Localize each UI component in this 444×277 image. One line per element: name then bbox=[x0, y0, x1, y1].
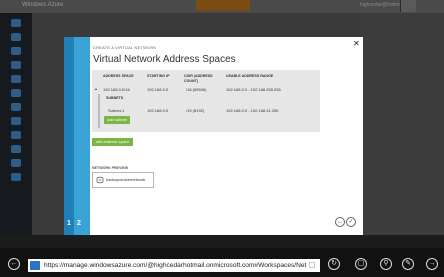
network-preview-card: hadoopclusternetwork bbox=[92, 172, 154, 188]
cidr-value[interactable]: /16 (65536) bbox=[186, 87, 206, 92]
starting-ip-value[interactable]: 192.168.0.0 bbox=[147, 87, 168, 92]
lock-icon bbox=[309, 262, 315, 268]
add-address-space-button[interactable]: add address space bbox=[92, 138, 133, 146]
refresh-icon[interactable]: ↻ bbox=[328, 258, 340, 270]
wizard-step-rail-edge bbox=[64, 37, 74, 235]
preview-network-name: hadoopclusternetwork bbox=[106, 177, 146, 182]
subnet-usable-range: 192.168.0.0 - 192.168.31.255 bbox=[226, 108, 279, 113]
portal-nav-icon[interactable] bbox=[11, 145, 21, 153]
wizard-dialog bbox=[64, 37, 363, 235]
checkmark-icon[interactable]: ✓ bbox=[346, 217, 356, 227]
screen: Windows Azure highcedar@hotmail.com 1 2 … bbox=[0, 0, 444, 277]
back-arrow-icon[interactable]: ← bbox=[335, 217, 345, 227]
network-icon bbox=[96, 176, 104, 184]
header-usable-range: USABLE ADDRESS RANGE bbox=[226, 74, 274, 78]
portal-top-bar: Windows Azure highcedar@hotmail.com bbox=[0, 0, 444, 13]
usable-range-value: 192.168.0.0 - 192.168.255.255 bbox=[226, 87, 281, 92]
breadcrumb: CREATE A VIRTUAL NETWORK bbox=[93, 45, 157, 50]
subnet-name[interactable]: Subnet-1 bbox=[108, 108, 124, 113]
portal-nav-icon[interactable] bbox=[11, 89, 21, 97]
portal-nav-icon[interactable] bbox=[11, 103, 21, 111]
portal-right-panel bbox=[360, 13, 444, 235]
header-cidr: CIDR (ADDRESS COUNT) bbox=[184, 74, 213, 83]
add-subnet-button[interactable]: add subnet bbox=[104, 116, 130, 124]
subnets-label: SUBNETS bbox=[106, 96, 124, 100]
tabs-icon[interactable]: ▢ bbox=[355, 258, 367, 270]
url-text[interactable]: https://manage.windowsazure.com/@highced… bbox=[44, 261, 316, 270]
wizard-step-1[interactable]: 1 bbox=[67, 220, 71, 227]
subnet-cidr[interactable]: /19 (8192) bbox=[186, 108, 204, 113]
wizard-step-2[interactable]: 2 bbox=[77, 220, 81, 227]
portal-avatar[interactable] bbox=[400, 0, 416, 12]
subnet-starting-ip[interactable]: 192.168.0.0 bbox=[147, 108, 168, 113]
portal-nav-icon[interactable] bbox=[11, 131, 21, 139]
portal-nav-icon[interactable] bbox=[11, 33, 21, 41]
portal-nav-icon[interactable] bbox=[11, 159, 21, 167]
network-preview-label: NETWORK PREVIEW bbox=[92, 166, 129, 170]
browser-bar: ← https://manage.windowsazure.com/@highc… bbox=[0, 248, 444, 277]
address-space-value[interactable]: 192.168.0.0/16 bbox=[103, 87, 130, 92]
portal-sidebar bbox=[0, 13, 32, 235]
collapse-icon[interactable]: ▴ bbox=[95, 86, 97, 91]
header-address-space: ADDRESS SPACE bbox=[103, 74, 134, 78]
close-icon[interactable]: ✕ bbox=[353, 40, 360, 48]
tools-icon[interactable]: ✎ bbox=[402, 258, 414, 270]
pin-icon[interactable]: ⚲ bbox=[380, 258, 392, 270]
portal-new-button[interactable] bbox=[196, 0, 250, 11]
portal-brand: Windows Azure bbox=[22, 2, 64, 8]
portal-nav-icon[interactable] bbox=[11, 75, 21, 83]
header-starting-ip: STARTING IP bbox=[147, 74, 170, 78]
back-icon[interactable]: ← bbox=[8, 258, 20, 270]
portal-nav-icon[interactable] bbox=[11, 61, 21, 69]
portal-nav-icon[interactable] bbox=[11, 47, 21, 55]
portal-nav-icon[interactable] bbox=[11, 19, 21, 27]
portal-nav-icon[interactable] bbox=[11, 173, 21, 181]
windows-logo-icon bbox=[30, 261, 40, 270]
address-bar[interactable]: https://manage.windowsazure.com/@highced… bbox=[28, 259, 320, 272]
subnet-indent-line bbox=[98, 94, 100, 128]
wizard-step-rail bbox=[74, 37, 90, 235]
forward-icon[interactable]: → bbox=[426, 258, 438, 270]
page-title: Virtual Network Address Spaces bbox=[93, 54, 236, 65]
portal-nav-icon[interactable] bbox=[11, 117, 21, 125]
